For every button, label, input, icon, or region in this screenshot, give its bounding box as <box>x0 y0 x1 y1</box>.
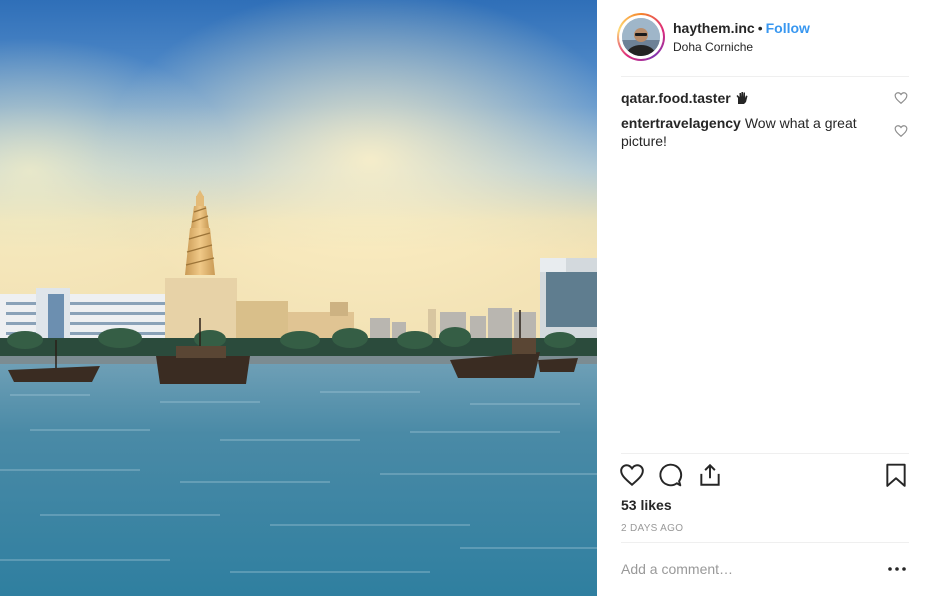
comment-author[interactable]: qatar.food.taster <box>621 90 731 106</box>
header-divider <box>621 76 909 77</box>
username-link[interactable]: haythem.inc <box>673 20 755 36</box>
comment-box-divider <box>621 542 909 543</box>
comment-bubble-icon[interactable] <box>657 462 685 490</box>
instagram-post: haythem.inc • Follow Doha Corniche qatar.f… <box>0 0 931 596</box>
post-header: haythem.inc • Follow Doha Corniche <box>597 0 931 76</box>
add-comment-input[interactable] <box>621 558 871 580</box>
comment-item: entertravelagency Wow what a great pictur… <box>621 114 871 150</box>
harbor-photo <box>0 0 597 596</box>
share-icon[interactable] <box>697 462 725 490</box>
location-link[interactable]: Doha Corniche <box>673 40 753 54</box>
raised-hand-icon <box>735 90 751 106</box>
comment-item: qatar.food.taster <box>621 89 871 107</box>
post-timestamp[interactable]: 2 DAYS AGO <box>621 523 683 534</box>
more-options-icon[interactable] <box>885 560 909 578</box>
likes-count[interactable]: 53 likes <box>621 497 672 513</box>
post-side-panel: haythem.inc • Follow Doha Corniche qatar.f… <box>597 0 931 596</box>
comment-like-heart-icon[interactable] <box>894 91 908 105</box>
heart-icon[interactable] <box>619 462 647 490</box>
avatar-image <box>622 18 660 56</box>
story-ring[interactable] <box>617 13 665 61</box>
separator-dot: • <box>757 20 763 36</box>
comment-like-heart-icon[interactable] <box>894 124 908 138</box>
avatar-border <box>619 15 663 59</box>
header-user-line: haythem.inc • Follow <box>673 20 810 36</box>
actions-divider <box>621 453 909 454</box>
avatar[interactable] <box>622 18 660 56</box>
bookmark-icon[interactable] <box>883 462 911 490</box>
follow-button[interactable]: Follow <box>766 20 810 36</box>
action-bar <box>619 462 911 490</box>
post-photo[interactable] <box>0 0 597 596</box>
comment-author[interactable]: entertravelagency <box>621 115 741 131</box>
